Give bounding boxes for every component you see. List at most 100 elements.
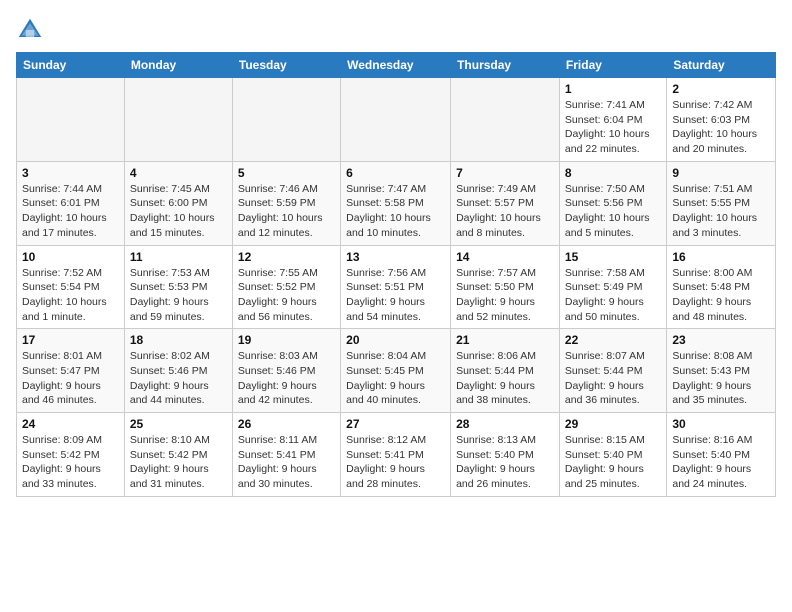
day-number: 20 xyxy=(346,333,445,347)
week-row-4: 17Sunrise: 8:01 AMSunset: 5:47 PMDayligh… xyxy=(17,329,776,413)
day-number: 10 xyxy=(22,250,119,264)
day-number: 29 xyxy=(565,417,661,431)
weekday-header-sunday: Sunday xyxy=(17,53,125,78)
weekday-header-row: SundayMondayTuesdayWednesdayThursdayFrid… xyxy=(17,53,776,78)
day-info: Sunrise: 8:10 AMSunset: 5:42 PMDaylight:… xyxy=(130,433,227,492)
day-cell: 28 Sunrise: 8:13 AMSunset: 5:40 PMDayligh… xyxy=(451,413,560,497)
day-cell: 6 Sunrise: 7:47 AMSunset: 5:58 PMDaylight… xyxy=(341,161,451,245)
week-row-2: 3 Sunrise: 7:44 AMSunset: 6:01 PMDaylight… xyxy=(17,161,776,245)
day-info: Sunrise: 7:45 AMSunset: 6:00 PMDaylight:… xyxy=(130,182,227,241)
day-cell: 9 Sunrise: 7:51 AMSunset: 5:55 PMDaylight… xyxy=(667,161,776,245)
day-info: Sunrise: 7:50 AMSunset: 5:56 PMDaylight:… xyxy=(565,182,661,241)
day-number: 7 xyxy=(456,166,554,180)
day-info: Sunrise: 7:55 AMSunset: 5:52 PMDaylight:… xyxy=(238,266,335,325)
day-number: 5 xyxy=(238,166,335,180)
day-number: 14 xyxy=(456,250,554,264)
day-number: 9 xyxy=(672,166,770,180)
day-cell: 7 Sunrise: 7:49 AMSunset: 5:57 PMDaylight… xyxy=(451,161,560,245)
day-cell: 30 Sunrise: 8:16 AMSunset: 5:40 PMDayligh… xyxy=(667,413,776,497)
day-number: 22 xyxy=(565,333,661,347)
day-cell: 11Sunrise: 7:53 AMSunset: 5:53 PMDayligh… xyxy=(124,245,232,329)
day-cell: 20 Sunrise: 8:04 AMSunset: 5:45 PMDayligh… xyxy=(341,329,451,413)
day-number: 4 xyxy=(130,166,227,180)
day-cell: 17Sunrise: 8:01 AMSunset: 5:47 PMDayligh… xyxy=(17,329,125,413)
day-info: Sunrise: 8:11 AMSunset: 5:41 PMDaylight:… xyxy=(238,433,335,492)
day-number: 13 xyxy=(346,250,445,264)
day-cell: 24 Sunrise: 8:09 AMSunset: 5:42 PMDayligh… xyxy=(17,413,125,497)
day-info: Sunrise: 8:08 AMSunset: 5:43 PMDaylight:… xyxy=(672,349,770,408)
day-info: Sunrise: 8:07 AMSunset: 5:44 PMDaylight:… xyxy=(565,349,661,408)
day-cell xyxy=(451,78,560,162)
day-cell: 14 Sunrise: 7:57 AMSunset: 5:50 PMDayligh… xyxy=(451,245,560,329)
day-number: 23 xyxy=(672,333,770,347)
day-cell: 3 Sunrise: 7:44 AMSunset: 6:01 PMDaylight… xyxy=(17,161,125,245)
day-info: Sunrise: 7:47 AMSunset: 5:58 PMDaylight:… xyxy=(346,182,445,241)
day-cell xyxy=(341,78,451,162)
day-cell: 15Sunrise: 7:58 AMSunset: 5:49 PMDayligh… xyxy=(559,245,666,329)
day-info: Sunrise: 8:16 AMSunset: 5:40 PMDaylight:… xyxy=(672,433,770,492)
day-number: 30 xyxy=(672,417,770,431)
week-row-5: 24 Sunrise: 8:09 AMSunset: 5:42 PMDayligh… xyxy=(17,413,776,497)
day-cell: 23 Sunrise: 8:08 AMSunset: 5:43 PMDayligh… xyxy=(667,329,776,413)
day-info: Sunrise: 8:12 AMSunset: 5:41 PMDaylight:… xyxy=(346,433,445,492)
day-number: 1 xyxy=(565,82,661,96)
day-info: Sunrise: 8:00 AMSunset: 5:48 PMDaylight:… xyxy=(672,266,770,325)
header xyxy=(16,16,776,44)
day-cell xyxy=(124,78,232,162)
day-info: Sunrise: 7:42 AMSunset: 6:03 PMDaylight:… xyxy=(672,98,770,157)
day-cell: 2 Sunrise: 7:42 AMSunset: 6:03 PMDaylight… xyxy=(667,78,776,162)
day-info: Sunrise: 8:15 AMSunset: 5:40 PMDaylight:… xyxy=(565,433,661,492)
day-cell: 12Sunrise: 7:55 AMSunset: 5:52 PMDayligh… xyxy=(232,245,340,329)
day-number: 28 xyxy=(456,417,554,431)
day-cell xyxy=(17,78,125,162)
calendar: SundayMondayTuesdayWednesdayThursdayFrid… xyxy=(16,52,776,497)
day-number: 3 xyxy=(22,166,119,180)
day-cell: 1 Sunrise: 7:41 AMSunset: 6:04 PMDaylight… xyxy=(559,78,666,162)
day-cell: 13 Sunrise: 7:56 AMSunset: 5:51 PMDayligh… xyxy=(341,245,451,329)
day-number: 26 xyxy=(238,417,335,431)
logo-icon xyxy=(16,16,44,44)
day-info: Sunrise: 8:13 AMSunset: 5:40 PMDaylight:… xyxy=(456,433,554,492)
day-cell: 25Sunrise: 8:10 AMSunset: 5:42 PMDayligh… xyxy=(124,413,232,497)
day-cell: 5 Sunrise: 7:46 AMSunset: 5:59 PMDaylight… xyxy=(232,161,340,245)
weekday-header-monday: Monday xyxy=(124,53,232,78)
day-number: 24 xyxy=(22,417,119,431)
day-info: Sunrise: 7:51 AMSunset: 5:55 PMDaylight:… xyxy=(672,182,770,241)
day-cell: 22 Sunrise: 8:07 AMSunset: 5:44 PMDayligh… xyxy=(559,329,666,413)
day-cell: 26 Sunrise: 8:11 AMSunset: 5:41 PMDayligh… xyxy=(232,413,340,497)
day-cell: 8 Sunrise: 7:50 AMSunset: 5:56 PMDaylight… xyxy=(559,161,666,245)
day-number: 2 xyxy=(672,82,770,96)
day-number: 27 xyxy=(346,417,445,431)
week-row-3: 10Sunrise: 7:52 AMSunset: 5:54 PMDayligh… xyxy=(17,245,776,329)
day-number: 11 xyxy=(130,250,227,264)
day-cell: 27 Sunrise: 8:12 AMSunset: 5:41 PMDayligh… xyxy=(341,413,451,497)
day-number: 16 xyxy=(672,250,770,264)
day-info: Sunrise: 7:46 AMSunset: 5:59 PMDaylight:… xyxy=(238,182,335,241)
day-info: Sunrise: 7:41 AMSunset: 6:04 PMDaylight:… xyxy=(565,98,661,157)
weekday-header-tuesday: Tuesday xyxy=(232,53,340,78)
day-info: Sunrise: 8:06 AMSunset: 5:44 PMDaylight:… xyxy=(456,349,554,408)
weekday-header-saturday: Saturday xyxy=(667,53,776,78)
week-row-1: 1 Sunrise: 7:41 AMSunset: 6:04 PMDaylight… xyxy=(17,78,776,162)
day-number: 8 xyxy=(565,166,661,180)
day-info: Sunrise: 8:01 AMSunset: 5:47 PMDaylight:… xyxy=(22,349,119,408)
day-info: Sunrise: 7:57 AMSunset: 5:50 PMDaylight:… xyxy=(456,266,554,325)
day-info: Sunrise: 8:02 AMSunset: 5:46 PMDaylight:… xyxy=(130,349,227,408)
day-cell: 19 Sunrise: 8:03 AMSunset: 5:46 PMDayligh… xyxy=(232,329,340,413)
day-cell: 21 Sunrise: 8:06 AMSunset: 5:44 PMDayligh… xyxy=(451,329,560,413)
day-info: Sunrise: 7:49 AMSunset: 5:57 PMDaylight:… xyxy=(456,182,554,241)
day-info: Sunrise: 7:56 AMSunset: 5:51 PMDaylight:… xyxy=(346,266,445,325)
day-info: Sunrise: 8:03 AMSunset: 5:46 PMDaylight:… xyxy=(238,349,335,408)
day-number: 21 xyxy=(456,333,554,347)
day-cell: 10Sunrise: 7:52 AMSunset: 5:54 PMDayligh… xyxy=(17,245,125,329)
day-number: 15 xyxy=(565,250,661,264)
day-info: Sunrise: 7:44 AMSunset: 6:01 PMDaylight:… xyxy=(22,182,119,241)
weekday-header-friday: Friday xyxy=(559,53,666,78)
day-info: Sunrise: 8:09 AMSunset: 5:42 PMDaylight:… xyxy=(22,433,119,492)
day-number: 19 xyxy=(238,333,335,347)
day-info: Sunrise: 8:04 AMSunset: 5:45 PMDaylight:… xyxy=(346,349,445,408)
day-number: 6 xyxy=(346,166,445,180)
page-container: SundayMondayTuesdayWednesdayThursdayFrid… xyxy=(16,16,776,497)
weekday-header-thursday: Thursday xyxy=(451,53,560,78)
day-cell xyxy=(232,78,340,162)
